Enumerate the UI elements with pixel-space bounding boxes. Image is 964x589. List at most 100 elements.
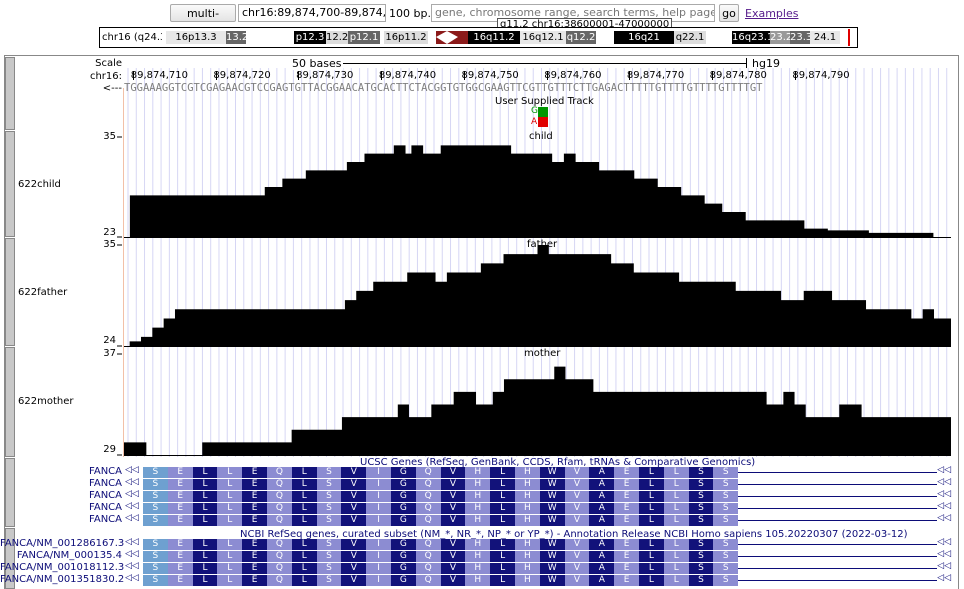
amino-acid: I xyxy=(366,503,391,514)
amino-acid: L xyxy=(217,575,243,586)
amino-acid: S xyxy=(316,575,342,586)
amino-acid: Q xyxy=(267,503,292,514)
amino-acid: I xyxy=(366,515,391,526)
strand-arrow-icon: ◁◁ xyxy=(937,501,951,511)
amino-acid: Q xyxy=(415,551,441,562)
amino-acid: L xyxy=(663,515,689,526)
amino-acid: L xyxy=(639,515,664,526)
amino-acid: V xyxy=(564,575,590,586)
signal-area-mother xyxy=(124,366,951,455)
amino-acid: G xyxy=(391,491,416,502)
amino-acid: H xyxy=(465,467,491,478)
amino-acid: Q xyxy=(415,563,441,574)
amino-acid: W xyxy=(539,491,565,502)
amino-acid: S xyxy=(143,467,168,478)
strand-arrow-icon: ◁◁ xyxy=(125,537,139,547)
amino-acid: W xyxy=(539,503,565,514)
amino-acid: L xyxy=(639,467,664,478)
gene-label[interactable]: FANCA/NM_001286167.3 xyxy=(0,538,124,549)
amino-acid: G xyxy=(391,575,416,586)
amino-acid: V xyxy=(341,503,367,514)
amino-acid: A xyxy=(589,563,615,574)
amino-acid: G xyxy=(391,503,416,514)
gene-model-row[interactable]: ◁◁ ◁◁ S E L L E Q L S V I G Q V H L H W V A E L L S S xyxy=(124,513,951,526)
amino-acid: E xyxy=(167,563,193,574)
strand-arrow-icon: ◁◁ xyxy=(937,489,951,499)
amino-acid: G xyxy=(391,539,416,550)
amino-acid: L xyxy=(490,503,515,514)
amino-acid: G xyxy=(391,563,416,574)
amino-acid: E xyxy=(167,467,193,478)
amino-acid: L xyxy=(490,467,515,478)
amino-acid: L xyxy=(639,491,664,502)
amino-acid: E xyxy=(614,563,639,574)
gene-label[interactable]: FANCA xyxy=(0,502,122,513)
amino-acid: H xyxy=(465,479,491,490)
amino-acid: L xyxy=(291,551,317,562)
amino-acid: Q xyxy=(267,515,292,526)
amino-acid: E xyxy=(242,551,267,562)
amino-acid: G xyxy=(391,467,416,478)
amino-acid: L xyxy=(217,479,243,490)
amino-acid: S xyxy=(143,551,168,562)
amino-acid: S xyxy=(143,515,168,526)
amino-acid: S xyxy=(143,503,168,514)
amino-acid: V xyxy=(440,515,466,526)
amino-acid: L xyxy=(663,551,689,562)
amino-acid: S xyxy=(688,467,714,478)
amino-acid: V xyxy=(341,467,367,478)
gene-model-row[interactable]: ◁◁ ◁◁ S E L L E Q L S V I G Q V H L H W V A E L L S S xyxy=(124,489,951,502)
amino-acid: E xyxy=(242,479,267,490)
intron-line xyxy=(738,580,937,581)
gene-label[interactable]: FANCA/NM_000135.4 xyxy=(0,550,122,561)
amino-acid: G xyxy=(391,551,416,562)
amino-acid: S xyxy=(143,539,168,550)
amino-acid: S xyxy=(316,479,342,490)
amino-acid: H xyxy=(465,503,491,514)
strand-arrow-icon: ◁◁ xyxy=(937,537,951,547)
gene-model-row[interactable]: ◁◁ ◁◁ S E L L E Q L S V I G Q V H L H W V A E L L S S xyxy=(124,549,951,562)
amino-acid: V xyxy=(440,539,466,550)
amino-acid: L xyxy=(663,503,689,514)
amino-acid: I xyxy=(366,575,391,586)
amino-acid: Q xyxy=(267,575,292,586)
gene-label[interactable]: FANCA xyxy=(0,478,122,489)
amino-acid: I xyxy=(366,551,391,562)
gene-model-row[interactable]: ◁◁ ◁◁ S E L L E Q L S V I G Q V H L H W V A E L L S S xyxy=(124,537,951,550)
amino-acid: V xyxy=(341,551,367,562)
gene-label[interactable]: FANCA/NM_001351830.2 xyxy=(0,574,124,585)
amino-acid: V xyxy=(564,539,590,550)
amino-acid: Q xyxy=(415,515,441,526)
gene-label[interactable]: FANCA xyxy=(0,490,122,501)
gene-model-row[interactable]: ◁◁ ◁◁ S E L L E Q L S V I G Q V H L H W V A E L L S S xyxy=(124,477,951,490)
signal-area-father xyxy=(124,245,951,346)
amino-acid: L xyxy=(291,479,317,490)
amino-acid: L xyxy=(291,563,317,574)
gene-label[interactable]: FANCA/NM_001018112.3 xyxy=(0,562,124,573)
amino-acid: S xyxy=(713,467,739,478)
amino-acid: H xyxy=(465,575,491,586)
amino-acid: S xyxy=(688,539,714,550)
amino-acid: L xyxy=(192,467,218,478)
amino-acid: L xyxy=(663,467,689,478)
amino-acid: S xyxy=(688,563,714,574)
amino-acid: L xyxy=(192,503,218,514)
amino-acid: I xyxy=(366,491,391,502)
gene-label[interactable]: FANCA xyxy=(0,466,122,477)
amino-acid: L xyxy=(639,563,664,574)
amino-acid: G xyxy=(391,515,416,526)
amino-acid: Q xyxy=(415,575,441,586)
amino-acid: V xyxy=(341,491,367,502)
gene-model-row[interactable]: ◁◁ ◁◁ S E L L E Q L S V I G Q V H L H W V A E L L S S xyxy=(124,501,951,514)
amino-acid: V xyxy=(440,467,466,478)
gene-model-row[interactable]: ◁◁ ◁◁ S E L L E Q L S V I G Q V H L H W V A E L L S S xyxy=(124,465,951,478)
gene-label[interactable]: FANCA xyxy=(0,514,122,525)
intron-line xyxy=(738,556,937,557)
gene-model-row[interactable]: ◁◁ ◁◁ S E L L E Q L S V I G Q V H L H W V A E L L S S xyxy=(124,573,951,586)
amino-acid: V xyxy=(564,515,590,526)
gene-model-row[interactable]: ◁◁ ◁◁ S E L L E Q L S V I G Q V H L H W V A E L L S S xyxy=(124,561,951,574)
amino-acid: S xyxy=(713,503,739,514)
amino-acid: L xyxy=(291,491,317,502)
amino-acid: S xyxy=(713,479,739,490)
amino-acid: V xyxy=(341,515,367,526)
